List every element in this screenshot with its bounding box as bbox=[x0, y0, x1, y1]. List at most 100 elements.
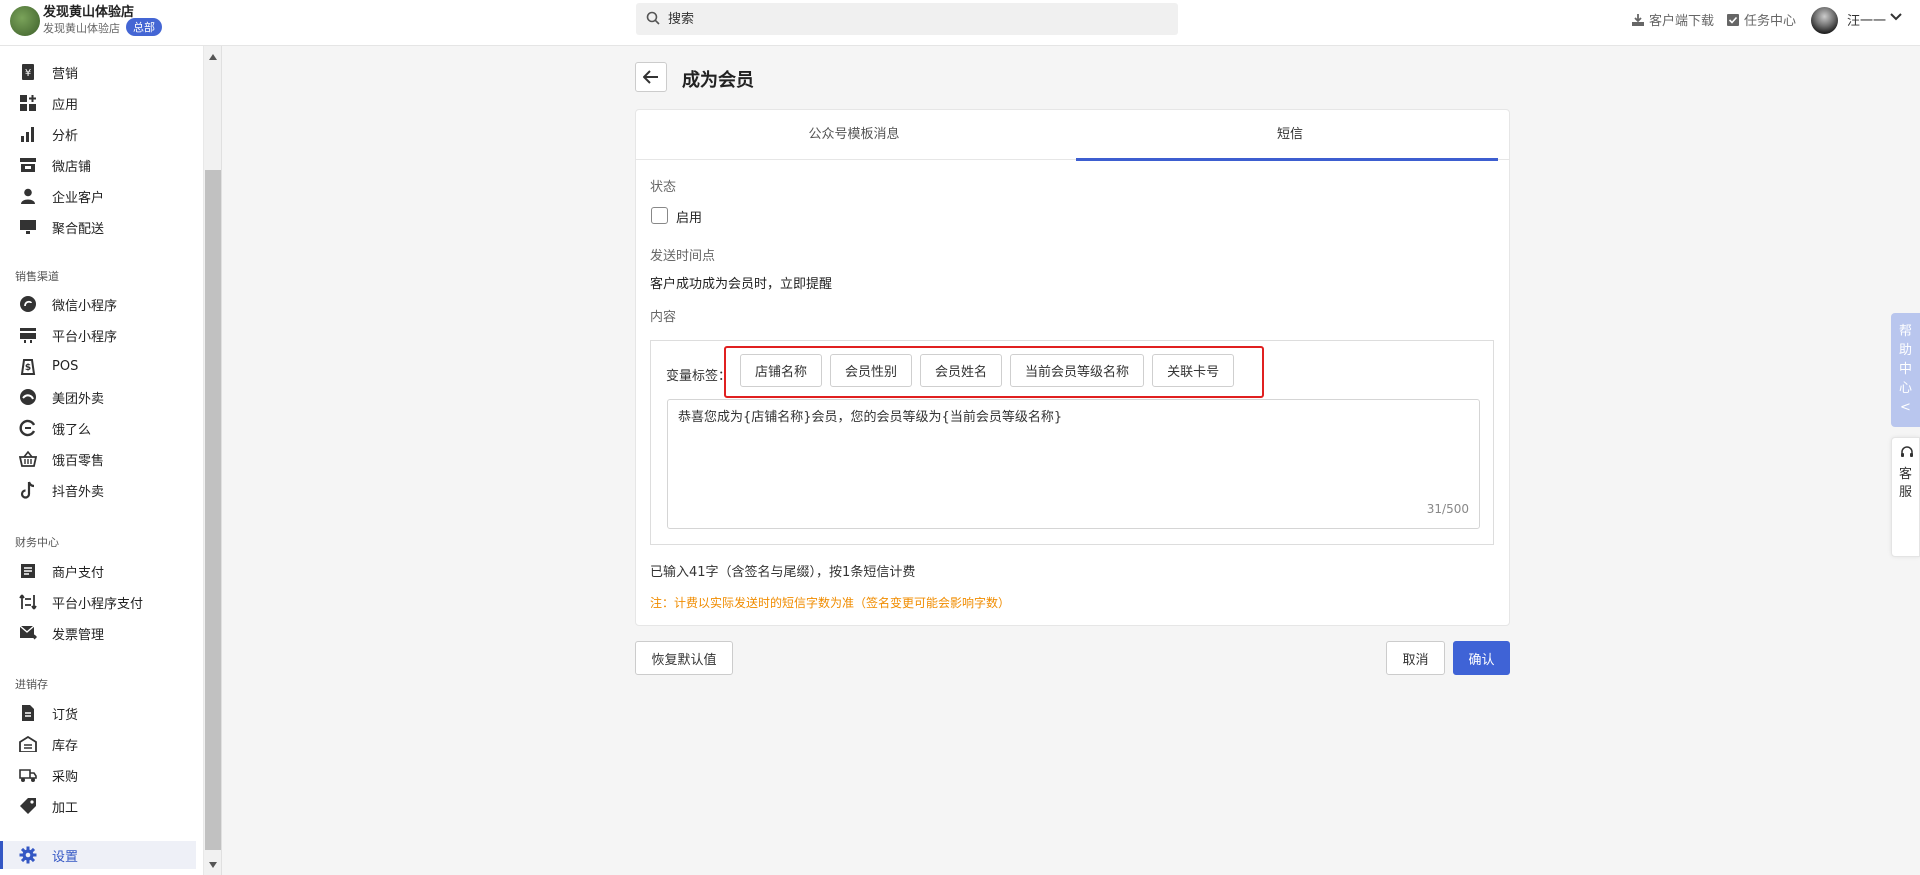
tiktok-icon bbox=[19, 481, 37, 499]
sidebar-item-douyin[interactable]: 抖音外卖 bbox=[0, 476, 196, 504]
highlight-frame bbox=[724, 346, 1264, 398]
sidebar-item-wechat-mini[interactable]: 微信小程序 bbox=[0, 290, 196, 318]
sidebar-item-processing[interactable]: 加工 bbox=[0, 792, 196, 820]
sidebar-item-micro-store[interactable]: 微店铺 bbox=[0, 151, 196, 179]
send-time-value: 客户成功成为会员时，立即提醒 bbox=[650, 277, 833, 292]
checkbox-icon bbox=[1727, 13, 1739, 26]
yen-icon: ¥ bbox=[19, 63, 37, 81]
truck-icon bbox=[19, 766, 37, 784]
sidebar-item-eleme[interactable]: 饿了么 bbox=[0, 414, 196, 442]
search-icon bbox=[646, 11, 660, 25]
sidebar-item-label: 设置 bbox=[52, 849, 79, 865]
section-finance: 财务中心 bbox=[15, 536, 59, 549]
tab-bar: 公众号模板消息 短信 bbox=[636, 110, 1509, 161]
sidebar-item-delivery[interactable]: 聚合配送 bbox=[0, 213, 196, 241]
eleme-icon bbox=[19, 419, 37, 437]
chevron-down-icon[interactable] bbox=[1890, 12, 1902, 22]
task-center-label: 任务中心 bbox=[1744, 14, 1797, 29]
client-download-label: 客户端下载 bbox=[1649, 14, 1715, 29]
sidebar-item-label: 库存 bbox=[52, 738, 79, 754]
sidebar-item-label: 应用 bbox=[52, 97, 79, 113]
enable-label[interactable]: 启用 bbox=[676, 207, 702, 226]
scroll-down-arrow-icon[interactable] bbox=[209, 862, 217, 868]
scroll-up-arrow-icon[interactable] bbox=[209, 54, 217, 60]
search-box[interactable] bbox=[636, 3, 1178, 35]
sidebar-item-label: 营销 bbox=[52, 66, 79, 82]
page-title: 成为会员 bbox=[682, 70, 754, 91]
help-center-tab[interactable]: 帮 助 中 心 < bbox=[1891, 313, 1920, 427]
meituan-icon bbox=[19, 388, 37, 406]
char-count-note: 已输入41字（含签名与尾缀），按1条短信计费 bbox=[650, 565, 916, 580]
sidebar-item-ebai[interactable]: 饿百零售 bbox=[0, 445, 196, 473]
transfer-icon bbox=[19, 593, 37, 611]
sidebar-item-platform-mini[interactable]: 平台小程序 bbox=[0, 321, 196, 349]
sidebar-item-pos[interactable]: $ POS bbox=[0, 352, 196, 380]
enable-checkbox[interactable] bbox=[651, 207, 668, 224]
help-char: 帮 bbox=[1898, 324, 1912, 339]
sidebar-item-enterprise[interactable]: 企业客户 bbox=[0, 182, 196, 210]
sidebar-item-label: POS bbox=[52, 358, 79, 374]
sidebar-item-apps[interactable]: 应用 bbox=[0, 89, 196, 117]
sidebar-item-partial[interactable] bbox=[0, 46, 196, 50]
sidebar-item-invoice[interactable]: 发票管理 bbox=[0, 619, 196, 647]
back-button[interactable] bbox=[635, 62, 667, 92]
sidebar-item-marketing[interactable]: ¥ 营销 bbox=[0, 58, 196, 86]
customer-service-tab[interactable]: 客 服 bbox=[1891, 437, 1920, 557]
sidebar-item-label: 企业客户 bbox=[52, 190, 105, 206]
gear-icon bbox=[19, 846, 37, 864]
shop-logo[interactable] bbox=[10, 6, 40, 36]
avatar[interactable] bbox=[1811, 7, 1838, 34]
restore-default-button[interactable]: 恢复默认值 bbox=[635, 641, 733, 675]
sidebar-item-ordering[interactable]: 订货 bbox=[0, 699, 196, 727]
basket-icon bbox=[19, 450, 37, 468]
svg-text:¥: ¥ bbox=[25, 68, 31, 79]
tab-wechat-template[interactable]: 公众号模板消息 bbox=[636, 110, 1072, 160]
sidebar-item-label: 抖音外卖 bbox=[52, 484, 105, 500]
billing-warning: 注：计费以实际发送时的短信字数为准（签名变更可能会影响字数） bbox=[650, 596, 1011, 610]
sidebar-item-meituan[interactable]: 美团外卖 bbox=[0, 383, 196, 411]
cancel-button[interactable]: 取消 bbox=[1386, 641, 1445, 675]
sidebar-item-stock[interactable]: 库存 bbox=[0, 730, 196, 758]
send-time-label: 发送时间点 bbox=[650, 249, 716, 264]
service-char: 客 bbox=[1898, 467, 1912, 482]
char-counter: 31/500 bbox=[1426, 502, 1469, 516]
sidebar-item-purchase[interactable]: 采购 bbox=[0, 761, 196, 789]
chevron-left-icon: < bbox=[1900, 400, 1911, 415]
sidebar-item-merchant-pay[interactable]: 商户支付 bbox=[0, 557, 196, 585]
content-label: 内容 bbox=[650, 310, 677, 325]
sidebar-item-label: 美团外卖 bbox=[52, 391, 105, 407]
message-textarea[interactable]: 恭喜您成为{店铺名称}会员，您的会员等级为{当前会员等级名称} 31/500 bbox=[667, 399, 1480, 529]
client-download-link[interactable]: 客户端下载 bbox=[1631, 10, 1714, 29]
confirm-button[interactable]: 确认 bbox=[1453, 641, 1510, 675]
search-input[interactable] bbox=[668, 9, 1148, 29]
section-sales-channels: 销售渠道 bbox=[15, 270, 59, 283]
tab-sms[interactable]: 短信 bbox=[1072, 110, 1508, 161]
content-editor: 变量标签： 店铺名称 会员性别 会员姓名 当前会员等级名称 关联卡号 恭喜您成为… bbox=[650, 340, 1494, 545]
shop-name[interactable]: 发现黄山体验店 bbox=[43, 1, 134, 20]
monitor-icon bbox=[19, 218, 37, 236]
headset-icon bbox=[1901, 446, 1913, 457]
sidebar-item-label: 商户支付 bbox=[52, 565, 105, 581]
help-char: 心 bbox=[1898, 381, 1912, 396]
hq-badge: 总部 bbox=[126, 18, 162, 36]
arrow-left-icon bbox=[643, 70, 658, 84]
platform-icon bbox=[19, 326, 37, 344]
apps-icon bbox=[19, 94, 37, 112]
sidebar-item-label: 加工 bbox=[52, 800, 79, 816]
variable-label: 变量标签： bbox=[666, 369, 732, 384]
sidebar-item-label: 平台小程序支付 bbox=[52, 596, 144, 612]
pos-icon: $ bbox=[19, 357, 37, 375]
document-icon bbox=[19, 562, 37, 580]
sidebar-scrollbar-thumb[interactable] bbox=[205, 170, 221, 850]
shop-subtitle: 发现黄山体验店 bbox=[43, 22, 120, 35]
user-name[interactable]: 汪一一 bbox=[1847, 10, 1886, 29]
task-center-link[interactable]: 任务中心 bbox=[1726, 10, 1796, 29]
sidebar-item-analytics[interactable]: 分析 bbox=[0, 120, 196, 148]
invoice-icon bbox=[19, 624, 37, 642]
sidebar-item-label: 发票管理 bbox=[52, 627, 105, 643]
section-inventory: 进销存 bbox=[15, 678, 48, 691]
sidebar-item-label: 分析 bbox=[52, 128, 79, 144]
sidebar-item-settings[interactable]: 设置 bbox=[0, 841, 196, 869]
sidebar-item-label: 微店铺 bbox=[52, 159, 92, 175]
sidebar-item-platform-pay[interactable]: 平台小程序支付 bbox=[0, 588, 196, 616]
